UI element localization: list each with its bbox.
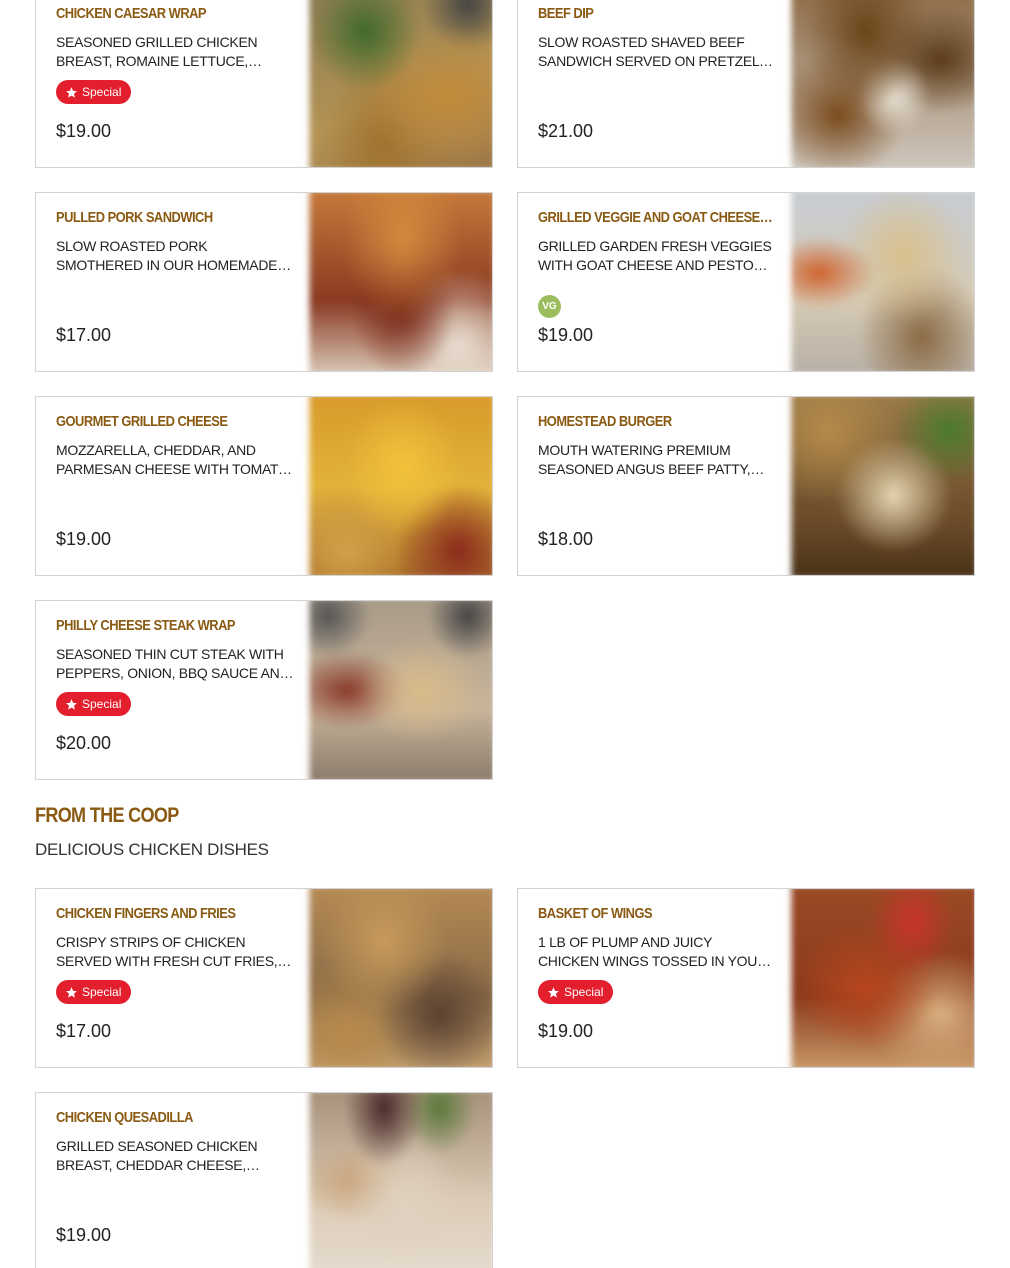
menu-item-price: $19.00 (538, 1021, 594, 1041)
menu-item-photo (791, 0, 974, 167)
menu-item-card[interactable]: Basket of Wings 1 lb of plump and juicy … (517, 888, 975, 1068)
menu-item-card[interactable]: Chicken Fingers and Fries Crispy strips … (35, 888, 493, 1068)
special-badge-label: Special (564, 985, 604, 999)
menu-item-description: Slow roasted pork smothered in our homem… (56, 238, 278, 273)
menu-item-info: Chicken Fingers and Fries Crispy strips … (56, 889, 294, 1067)
menu-item-price: $17.00 (56, 325, 112, 345)
menu-item-description: Mozzarella, cheddar, and parmesan cheese… (56, 442, 289, 477)
vegetarian-badge: VG (538, 295, 561, 318)
section-description: Delicious chicken dishes (35, 840, 269, 859)
special-badge-label: Special (82, 985, 122, 999)
menu-item-title: Grilled Veggie and Goat Cheese Sandwich (538, 209, 775, 226)
menu-item-photo (309, 1093, 492, 1268)
menu-item-description: Crispy strips of chicken served with fre… (56, 934, 278, 969)
menu-item-photo (309, 193, 492, 371)
menu-item-price: $19.00 (56, 1225, 112, 1245)
menu-page: Chicken Caesar Wrap Seasoned grilled chi… (0, 0, 1010, 1268)
section-title: From the Coop (35, 804, 179, 827)
menu-item-title: Gourmet Grilled Cheese (56, 413, 228, 430)
menu-item-price: $21.00 (538, 121, 594, 141)
star-icon (66, 986, 77, 998)
menu-item-price: $17.00 (56, 1021, 112, 1041)
star-icon (548, 986, 559, 998)
menu-item-card[interactable]: Grilled Veggie and Goat Cheese Sandwich … (517, 192, 975, 372)
menu-item-info: Gourmet Grilled Cheese Mozzarella, chedd… (56, 397, 294, 575)
menu-item-description: Grilled seasoned chicken breast, cheddar… (56, 1138, 258, 1173)
special-badge: Special (56, 692, 132, 716)
menu-item-card[interactable]: Chicken Quesadilla Grilled seasoned chic… (35, 1092, 493, 1268)
special-badge: Special (56, 80, 132, 104)
menu-item-info: Pulled Pork Sandwich Slow roasted pork s… (56, 193, 294, 371)
menu-item-card[interactable]: Homestead Burger Mouth watering premium … (517, 396, 975, 576)
menu-item-info: Beef Dip Slow roasted shaved beef sandwi… (538, 0, 776, 167)
menu-item-price: $20.00 (56, 733, 112, 753)
menu-item-description: Mouth watering premium seasoned angus be… (538, 442, 751, 477)
star-icon (66, 86, 77, 98)
menu-item-title: Chicken Fingers and Fries (56, 905, 236, 922)
menu-item-description: Seasoned thin cut steak with peppers, on… (56, 646, 290, 681)
menu-item-title: Chicken Caesar Wrap (56, 5, 207, 22)
menu-item-photo (309, 889, 492, 1067)
menu-item-title: Beef Dip (538, 5, 594, 22)
menu-item-price: $19.00 (56, 529, 112, 549)
menu-item-description: 1 lb of plump and juicy chicken wings to… (538, 934, 767, 969)
menu-item-price: $18.00 (538, 529, 594, 549)
menu-item-card[interactable]: Pulled Pork Sandwich Slow roasted pork s… (35, 192, 493, 372)
special-badge-label: Special (82, 85, 122, 99)
menu-item-photo (309, 0, 492, 167)
special-badge: Special (56, 980, 132, 1004)
special-badge-label: Special (82, 697, 122, 711)
menu-item-price: $19.00 (538, 325, 594, 345)
menu-item-description: Grilled garden fresh veggies with goat c… (538, 238, 772, 273)
menu-item-info: Chicken Quesadilla Grilled seasoned chic… (56, 1093, 294, 1268)
menu-item-info: Chicken Caesar Wrap Seasoned grilled chi… (56, 0, 294, 167)
menu-item-info: Homestead Burger Mouth watering premium … (538, 397, 776, 575)
menu-item-card[interactable]: Chicken Caesar Wrap Seasoned grilled chi… (35, 0, 493, 168)
menu-item-photo (791, 397, 974, 575)
menu-item-description: Slow roasted shaved beef sandwich served… (538, 34, 759, 69)
menu-item-title: Philly Cheese Steak Wrap (56, 617, 236, 634)
menu-item-photo (791, 889, 974, 1067)
special-badge: Special (538, 980, 614, 1004)
menu-item-price: $19.00 (56, 121, 112, 141)
menu-item-description: Seasoned grilled chicken breast, romaine… (56, 34, 258, 69)
menu-item-photo (309, 601, 492, 779)
menu-item-photo (309, 397, 492, 575)
menu-item-title: Basket of Wings (538, 905, 653, 922)
menu-item-card[interactable]: Philly Cheese Steak Wrap Seasoned thin c… (35, 600, 493, 780)
menu-item-title: Homestead Burger (538, 413, 672, 430)
menu-item-title: Chicken Quesadilla (56, 1109, 193, 1126)
star-icon (66, 698, 77, 710)
menu-item-info: Grilled Veggie and Goat Cheese Sandwich … (538, 193, 776, 371)
menu-item-info: Basket of Wings 1 lb of plump and juicy … (538, 889, 776, 1067)
menu-item-photo (791, 193, 974, 371)
menu-item-info: Philly Cheese Steak Wrap Seasoned thin c… (56, 601, 294, 779)
menu-item-title: Pulled Pork Sandwich (56, 209, 213, 226)
menu-item-card[interactable]: Beef Dip Slow roasted shaved beef sandwi… (517, 0, 975, 168)
menu-item-card[interactable]: Gourmet Grilled Cheese Mozzarella, chedd… (35, 396, 493, 576)
